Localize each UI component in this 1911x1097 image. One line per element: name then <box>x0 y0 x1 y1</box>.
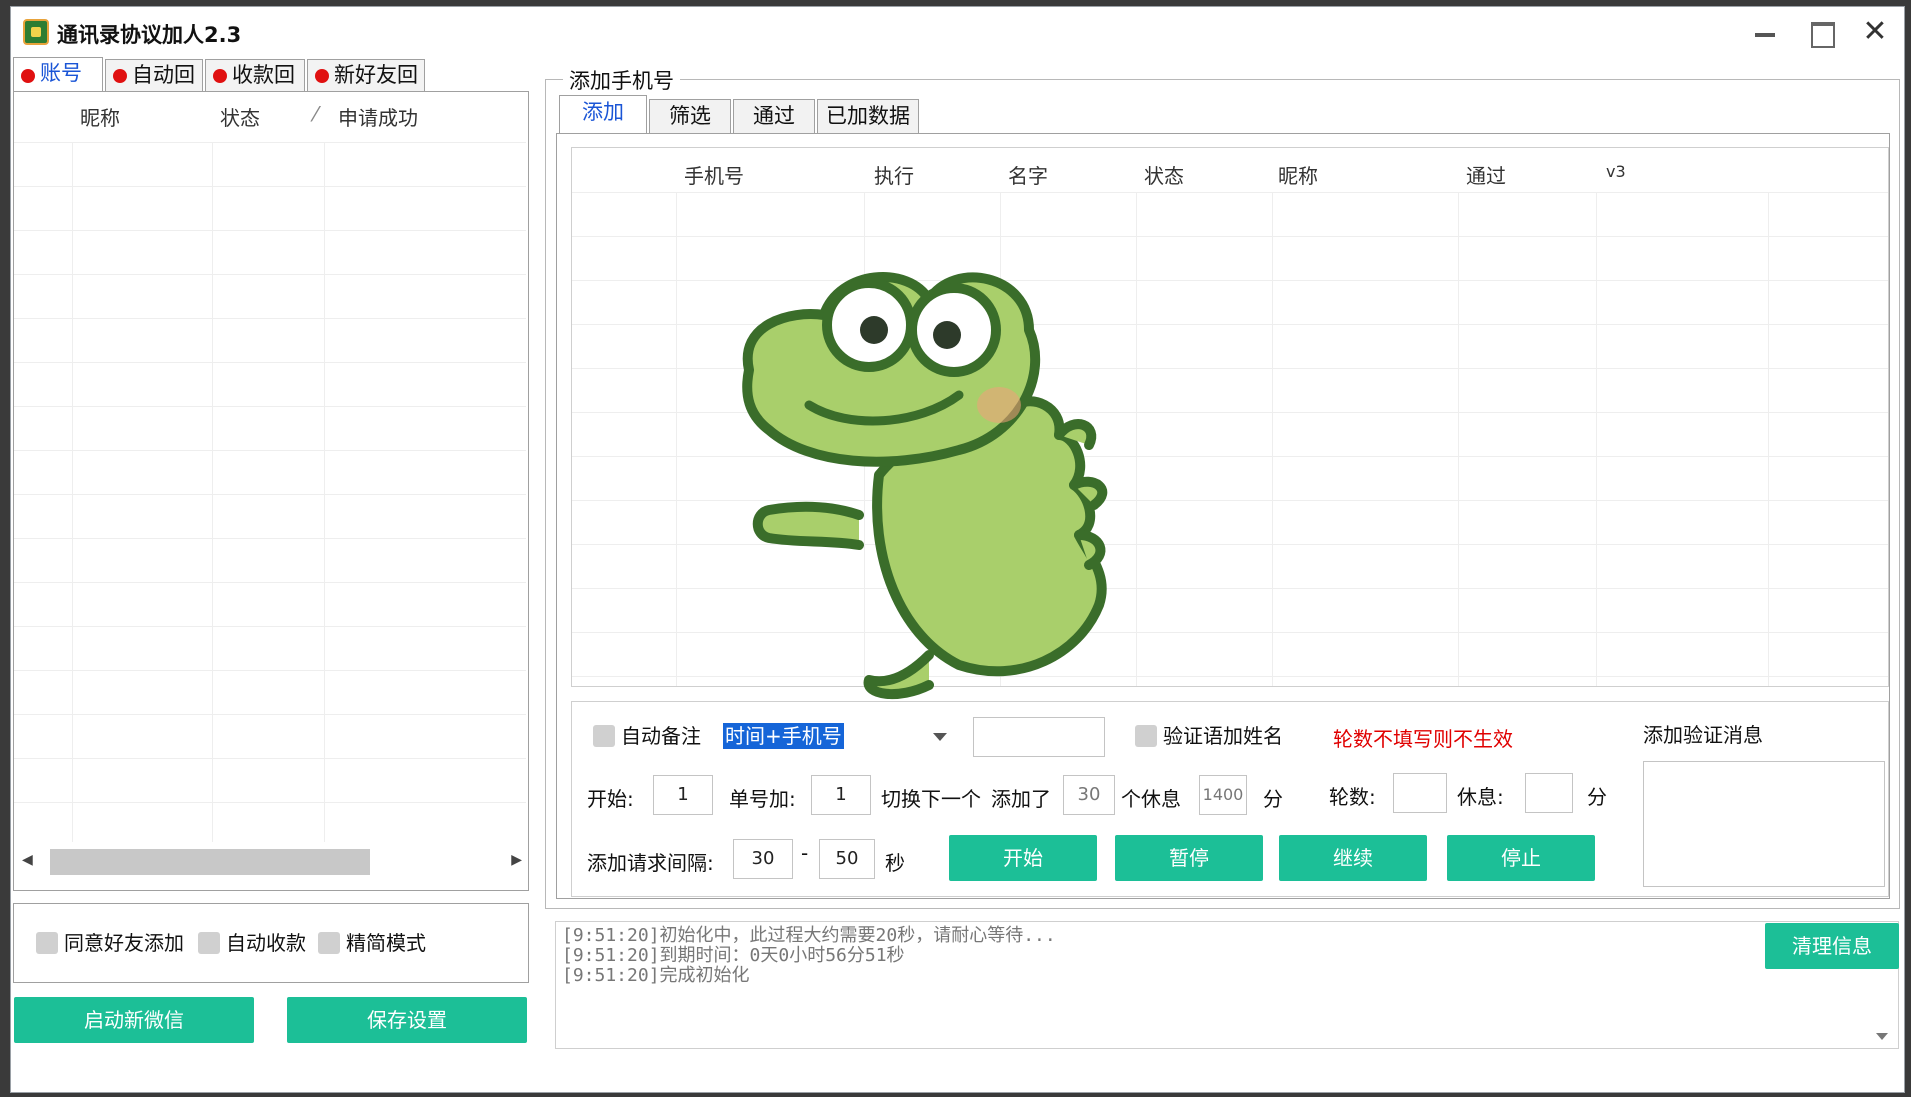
status-dot-icon <box>21 69 35 83</box>
scroll-down-icon[interactable] <box>1876 1033 1888 1040</box>
auto-remark-checkbox[interactable]: 自动备注 <box>593 723 701 749</box>
tab-added-data[interactable]: 已加数据 <box>817 99 919 133</box>
added-label: 添加了 <box>991 787 1051 811</box>
agree-friend-checkbox[interactable]: 同意好友添加 <box>36 930 184 956</box>
switch-next-label: 切换下一个 <box>881 787 981 811</box>
start-label: 开始: <box>587 787 634 811</box>
start-button[interactable]: 开始 <box>949 835 1097 881</box>
interval-max-input[interactable]: 50 <box>819 839 875 879</box>
tab-pass[interactable]: 通过 <box>733 99 815 133</box>
col-nickname[interactable]: 昵称 <box>80 102 120 131</box>
col-hidden[interactable]: ⁄ <box>314 102 317 126</box>
status-dot-icon <box>113 69 127 83</box>
tab-accounts[interactable]: 账号列 <box>13 57 103 115</box>
window-title: 通讯录协议加人2.3 <box>57 23 242 47</box>
log-line: [9:51:20]完成初始化 <box>562 965 750 986</box>
remark-combo-value: 时间+手机号 <box>723 723 844 749</box>
col-passed[interactable]: 通过 <box>1466 160 1506 189</box>
add-verify-msg-label: 添加验证消息 <box>1643 723 1763 747</box>
scroll-left-icon[interactable]: ◀ <box>22 852 33 868</box>
log-output[interactable]: [9:51:20]初始化中，此过程大约需要20秒，请耐心等待... [9:51:… <box>555 921 1899 1049</box>
title-bar[interactable]: 通讯录协议加人2.3 ✕ <box>11 7 1904 57</box>
rounds-input[interactable] <box>1393 773 1447 813</box>
col-phone[interactable]: 手机号 <box>684 160 744 189</box>
auto-receive-checkbox[interactable]: 自动收款 <box>198 930 306 956</box>
close-icon[interactable]: ✕ <box>1858 17 1892 47</box>
interval-label: 添加请求间隔: <box>587 851 714 875</box>
seconds-label: 秒 <box>885 851 905 875</box>
tab-add[interactable]: 添加 <box>559 95 647 133</box>
scroll-thumb[interactable] <box>50 849 370 875</box>
rest2-input[interactable] <box>1525 773 1573 813</box>
continue-button[interactable]: 继续 <box>1279 835 1427 881</box>
pause-button[interactable]: 暂停 <box>1115 835 1263 881</box>
verify-message-textarea[interactable] <box>1643 761 1885 887</box>
minimize-icon[interactable] <box>1748 17 1782 47</box>
col-state[interactable]: 状态 <box>1144 160 1184 189</box>
col-status[interactable]: 状态 <box>220 102 260 131</box>
added-count-input[interactable]: 30 <box>1063 775 1115 815</box>
interval-dash: - <box>801 841 809 865</box>
simple-mode-checkbox[interactable]: 精简模式 <box>318 930 426 956</box>
chevron-down-icon[interactable] <box>933 733 947 741</box>
rest2-label: 休息: <box>1457 785 1504 809</box>
stop-button[interactable]: 停止 <box>1447 835 1595 881</box>
tab-new-friend-reply[interactable]: 新好友回复 <box>307 59 425 117</box>
tab-payment-reply[interactable]: 收款回复 <box>205 59 305 117</box>
interval-min-input[interactable]: 30 <box>733 839 793 879</box>
rounds-label: 轮数: <box>1329 785 1376 809</box>
clear-log-button[interactable]: 清理信息 <box>1765 923 1899 969</box>
maximize-icon[interactable] <box>1804 17 1838 48</box>
account-list-panel: 昵称 状态 ⁄ 申请成功 ◀ ▶ <box>13 91 529 891</box>
scroll-right-icon[interactable]: ▶ <box>511 852 522 868</box>
col-apply-success[interactable]: 申请成功 <box>338 102 418 131</box>
tab-auto-reply[interactable]: 自动回复 <box>105 59 203 117</box>
frog-sticker-image <box>742 272 1108 700</box>
log-line: [9:51:20]初始化中，此过程大约需要20秒，请耐心等待... <box>562 925 1056 946</box>
minute2-label: 分 <box>1587 785 1607 809</box>
main-window: 通讯录协议加人2.3 ✕ 账号列 自动回复 收款回复 新好友回复 昵称 状态 ⁄… <box>10 6 1905 1093</box>
remark-combo[interactable]: 时间+手机号 <box>719 719 953 755</box>
log-line: [9:51:20]到期时间：0天0小时56分51秒 <box>562 945 905 966</box>
col-name[interactable]: 名字 <box>1008 160 1048 189</box>
col-nick[interactable]: 昵称 <box>1278 160 1318 189</box>
status-dot-icon <box>315 69 329 83</box>
col-execute[interactable]: 执行 <box>874 160 914 189</box>
verify-name-checkbox[interactable]: 验证语加姓名 <box>1135 723 1283 749</box>
start-wechat-button[interactable]: 启动新微信 <box>14 997 254 1043</box>
group-title: 添加手机号 <box>563 65 680 95</box>
app-icon <box>23 19 49 45</box>
status-dot-icon <box>213 69 227 83</box>
horizontal-scrollbar[interactable]: ◀ ▶ <box>20 846 524 876</box>
col-v3[interactable]: v3 <box>1606 162 1626 181</box>
start-input[interactable]: 1 <box>653 775 713 815</box>
account-table-body[interactable] <box>14 142 526 842</box>
rest-label: 个休息 <box>1121 787 1181 811</box>
account-table-header: 昵称 状态 ⁄ 申请成功 <box>14 92 528 136</box>
remark-text-input[interactable] <box>973 717 1105 757</box>
save-settings-button[interactable]: 保存设置 <box>287 997 527 1043</box>
left-options: 同意好友添加 自动收款 精简模式 <box>13 903 529 983</box>
minute-label: 分 <box>1263 787 1283 811</box>
rounds-warning: 轮数不填写则不生效 <box>1333 727 1513 751</box>
per-account-label: 单号加: <box>729 787 796 811</box>
per-account-input[interactable]: 1 <box>811 775 871 815</box>
rest-minutes-input[interactable]: 1400 <box>1199 775 1247 815</box>
tab-filter[interactable]: 筛选 <box>649 99 731 133</box>
